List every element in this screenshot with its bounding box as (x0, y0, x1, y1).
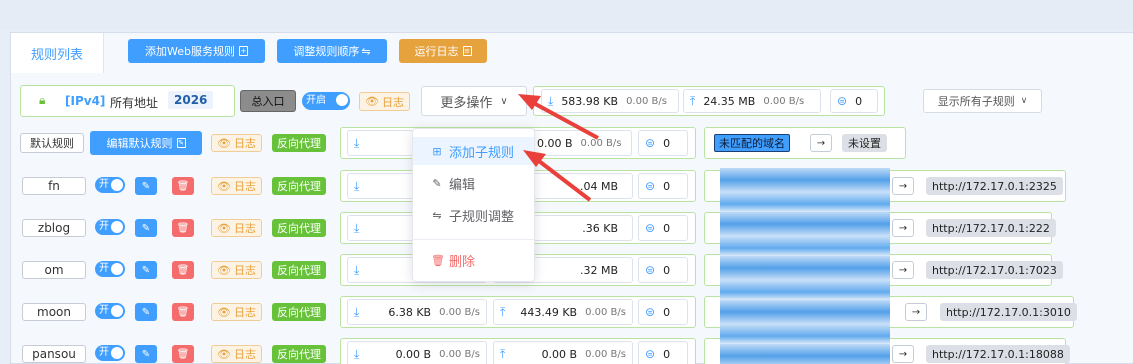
arrow-to-more-ops (527, 98, 599, 140)
arrow-to-add-sub-rule (533, 156, 592, 202)
arrowhead-more-ops (518, 94, 541, 110)
annotation-arrows (518, 94, 599, 202)
